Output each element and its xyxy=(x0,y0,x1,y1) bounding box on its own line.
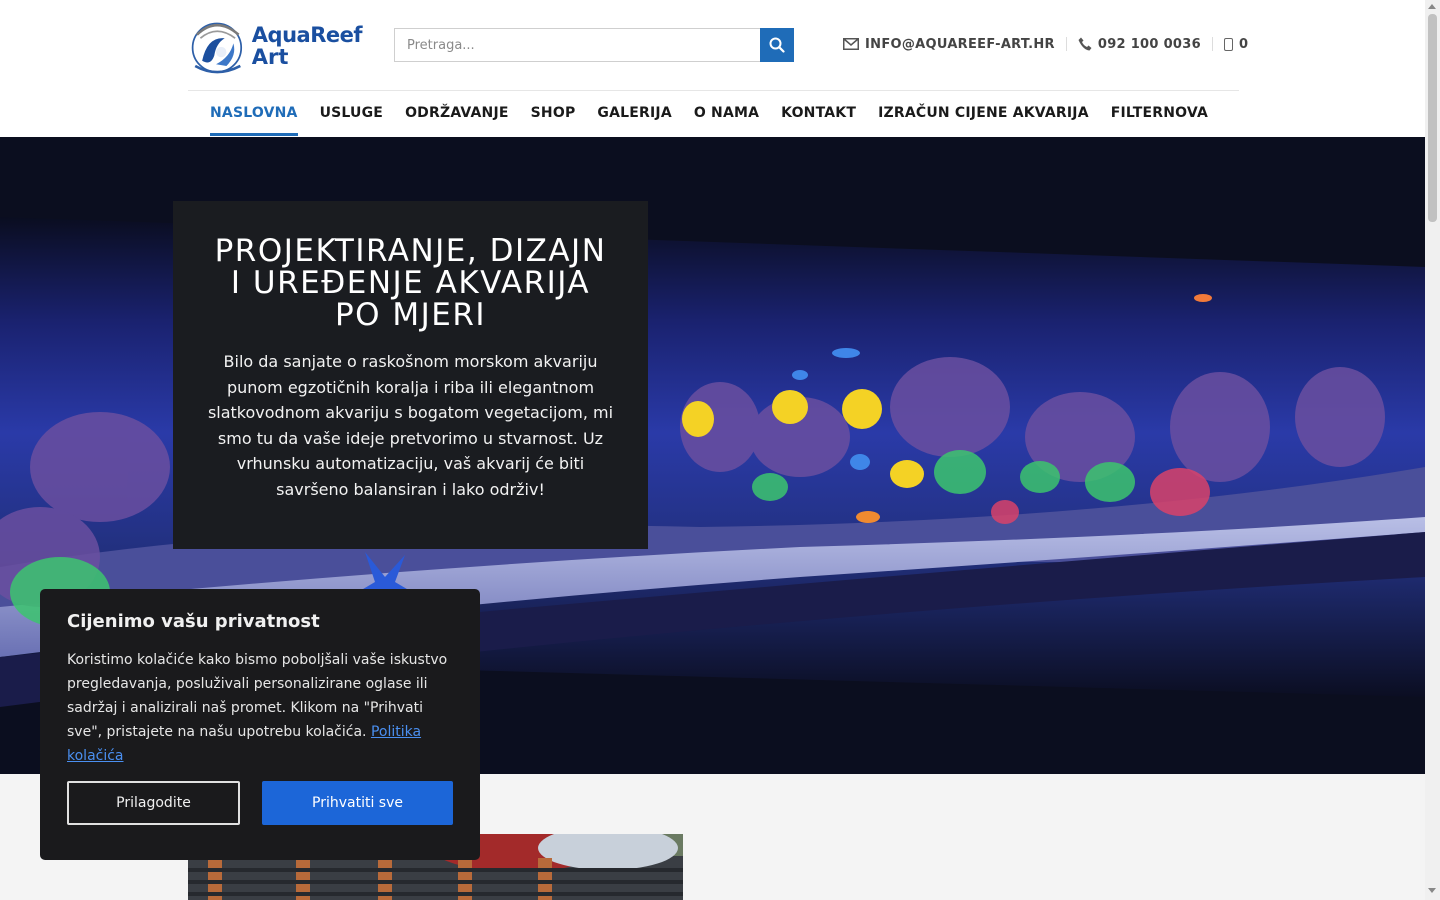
nav-item-odrzavanje[interactable]: ODRŽAVANJE xyxy=(405,90,509,136)
nav-item-usluge[interactable]: USLUGE xyxy=(320,90,384,136)
cookie-title: Cijenimo vašu privatnost xyxy=(67,611,320,632)
scroll-up-arrow-icon[interactable] xyxy=(1428,4,1436,9)
phone-icon xyxy=(1078,37,1092,51)
nav-item-filternova[interactable]: FILTERNOVA xyxy=(1111,90,1208,136)
cart-button[interactable]: 0 xyxy=(1223,36,1249,52)
nav-item-galerija[interactable]: GALERIJA xyxy=(597,90,671,136)
email-text: INFO@AQUAREEF-ART.HR xyxy=(865,36,1055,52)
logo-line2: Art xyxy=(251,45,289,69)
divider xyxy=(1211,37,1213,51)
cookie-consent-banner: Cijenimo vašu privatnost Koristimo kolač… xyxy=(40,589,480,860)
accept-all-button[interactable]: Prihvatiti sve xyxy=(262,781,453,825)
phone-text: 092 100 0036 xyxy=(1097,36,1201,52)
hero-description: Bilo da sanjate o raskošnom morskom akva… xyxy=(207,352,614,499)
scroll-down-arrow-icon[interactable] xyxy=(1428,888,1436,893)
logo[interactable]: AquaReef Art xyxy=(190,10,363,82)
search-button[interactable] xyxy=(760,28,794,62)
header-contacts: INFO@AQUAREEF-ART.HR 092 100 0036 0 xyxy=(843,34,1248,54)
cookie-buttons: Prilagodite Prihvatiti sve xyxy=(67,781,453,825)
cookie-text: Koristimo kolačiće kako bismo poboljšali… xyxy=(67,648,457,768)
nav-item-izracun[interactable]: IZRAČUN CIJENE AKVARIJA xyxy=(878,90,1089,136)
customize-button[interactable]: Prilagodite xyxy=(67,781,240,825)
nav-item-shop[interactable]: SHOP xyxy=(531,90,576,136)
dolphin-logo-icon xyxy=(191,22,243,74)
search-bar xyxy=(394,28,794,62)
phone-link[interactable]: 092 100 0036 xyxy=(1078,37,1201,52)
email-link[interactable]: INFO@AQUAREEF-ART.HR xyxy=(843,37,1055,52)
hero-title: PROJEKTIRANJE, DIZAJN I UREĐENJE AKVARIJ… xyxy=(214,233,607,333)
search-icon xyxy=(769,37,785,53)
main-nav: NASLOVNA USLUGE ODRŽAVANJE SHOP GALERIJA… xyxy=(210,90,1230,136)
site-header: AquaReef Art INFO@AQUAREEF-ART.HR 092 10… xyxy=(0,0,1425,137)
envelope-icon xyxy=(843,38,859,50)
cart-count: 0 xyxy=(1238,36,1249,52)
nav-item-o-nama[interactable]: O NAMA xyxy=(694,90,759,136)
logo-line1: AquaReef xyxy=(251,23,363,47)
page-scrollbar[interactable] xyxy=(1425,0,1440,900)
divider xyxy=(1065,37,1067,51)
nav-item-naslovna[interactable]: NASLOVNA xyxy=(210,90,298,136)
scrollbar-thumb[interactable] xyxy=(1428,14,1437,222)
hero-text-box: PROJEKTIRANJE, DIZAJN I UREĐENJE AKVARIJ… xyxy=(173,201,648,549)
nav-item-kontakt[interactable]: KONTAKT xyxy=(781,90,856,136)
search-input[interactable] xyxy=(394,28,760,62)
cart-icon xyxy=(1223,37,1233,51)
